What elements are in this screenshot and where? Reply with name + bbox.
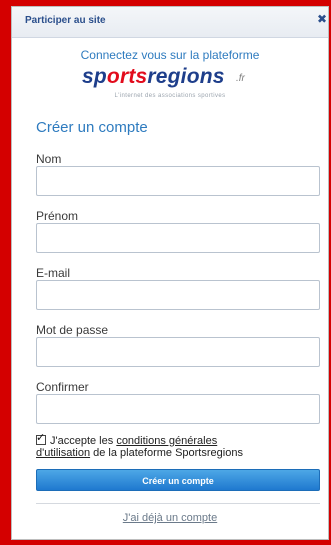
- create-account-button[interactable]: Créer un compte: [36, 469, 320, 491]
- connect-text: Connectez vous sur la plateforme: [80, 48, 260, 62]
- already-account-link[interactable]: J'ai déjà un compte: [12, 512, 328, 524]
- terms-text: J'accepte les conditions générales d'util…: [36, 435, 243, 459]
- name-input[interactable]: [36, 166, 320, 196]
- dialog-titlebar: Participer au site ✖: [12, 7, 328, 38]
- email-label: E-mail: [36, 266, 71, 280]
- sportsregions-logo: sportsregions .fr: [82, 65, 262, 93]
- confirm-label: Confirmer: [36, 380, 89, 394]
- firstname-label: Prénom: [36, 209, 79, 223]
- name-label: Nom: [36, 152, 62, 166]
- close-icon[interactable]: ✖: [316, 12, 328, 26]
- logo-wordmark: sportsregions: [82, 65, 225, 88]
- terms-link-2[interactable]: d'utilisation: [36, 447, 90, 459]
- password-label: Mot de passe: [36, 323, 109, 337]
- logo-tagline: L'internet des associations sportives: [114, 93, 226, 99]
- email-input[interactable]: [36, 280, 320, 310]
- password-input[interactable]: [36, 337, 320, 367]
- firstname-input[interactable]: [36, 223, 320, 253]
- signup-dialog: Participer au site ✖ Connectez vous sur …: [11, 6, 329, 540]
- confirm-password-input[interactable]: [36, 394, 320, 424]
- logo-suffix: .fr: [236, 73, 245, 84]
- terms-link[interactable]: conditions générales: [116, 435, 217, 447]
- divider: [36, 503, 320, 504]
- dialog-title: Participer au site: [25, 15, 106, 26]
- page-title: Créer un compte: [36, 119, 148, 136]
